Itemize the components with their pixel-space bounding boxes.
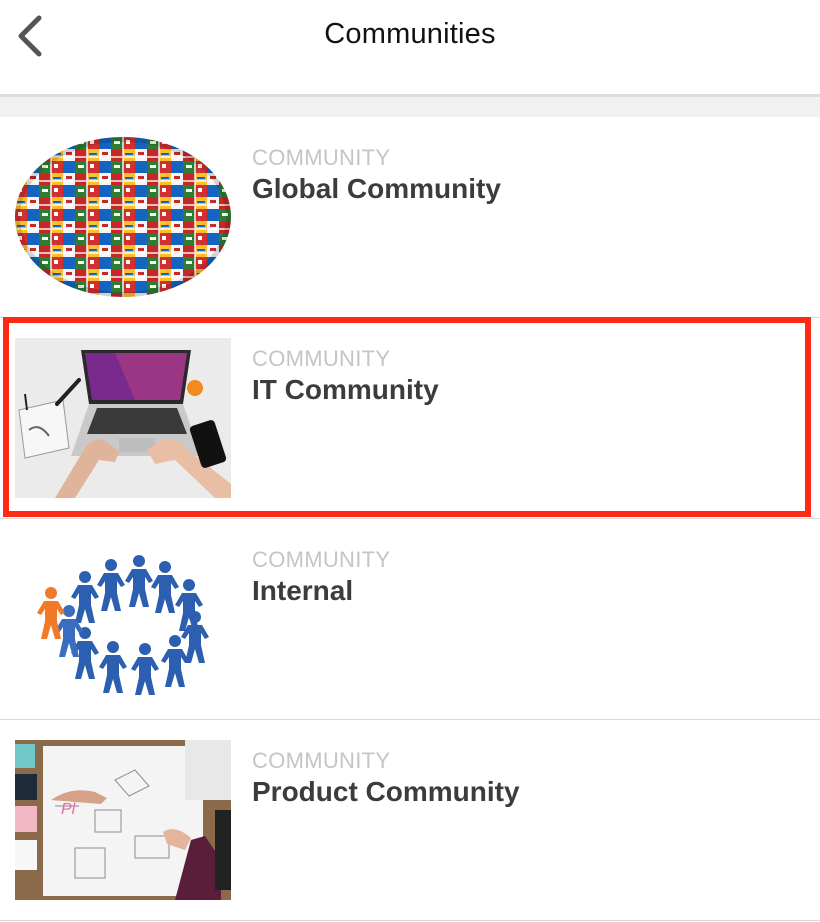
community-item-global[interactable]: COMMUNITY Global Community	[0, 117, 820, 318]
flags-globe-image	[15, 137, 231, 297]
community-item-it[interactable]: COMMUNITY IT Community	[0, 318, 820, 519]
community-item-internal[interactable]: COMMUNITY Internal	[0, 519, 820, 720]
paper-people-circle-image	[15, 539, 231, 699]
community-thumbnail	[15, 539, 231, 699]
laptop-desk-image	[15, 338, 231, 498]
top-bar: Communities	[0, 0, 820, 97]
community-name: IT Community	[252, 374, 439, 405]
design-sketches-image: Pl	[15, 740, 231, 900]
community-thumbnail: Pl	[15, 740, 231, 900]
community-name: Internal	[252, 575, 354, 606]
community-thumbnail	[15, 137, 231, 297]
community-name: Global Community	[252, 173, 501, 204]
community-type-label: COMMUNITY	[252, 547, 391, 572]
community-type-label: COMMUNITY	[252, 346, 391, 371]
page-title: Communities	[324, 18, 496, 50]
svg-text:Pl: Pl	[61, 801, 76, 818]
community-list: COMMUNITY Global Community COMMUNITY IT …	[0, 117, 820, 921]
community-type-label: COMMUNITY	[252, 145, 391, 170]
community-name: Product Community	[252, 776, 520, 807]
community-item-product[interactable]: Pl COMMUNITY Product Community	[0, 720, 820, 921]
list-top-spacer	[0, 97, 820, 117]
community-type-label: COMMUNITY	[252, 748, 391, 773]
community-thumbnail	[15, 338, 231, 498]
